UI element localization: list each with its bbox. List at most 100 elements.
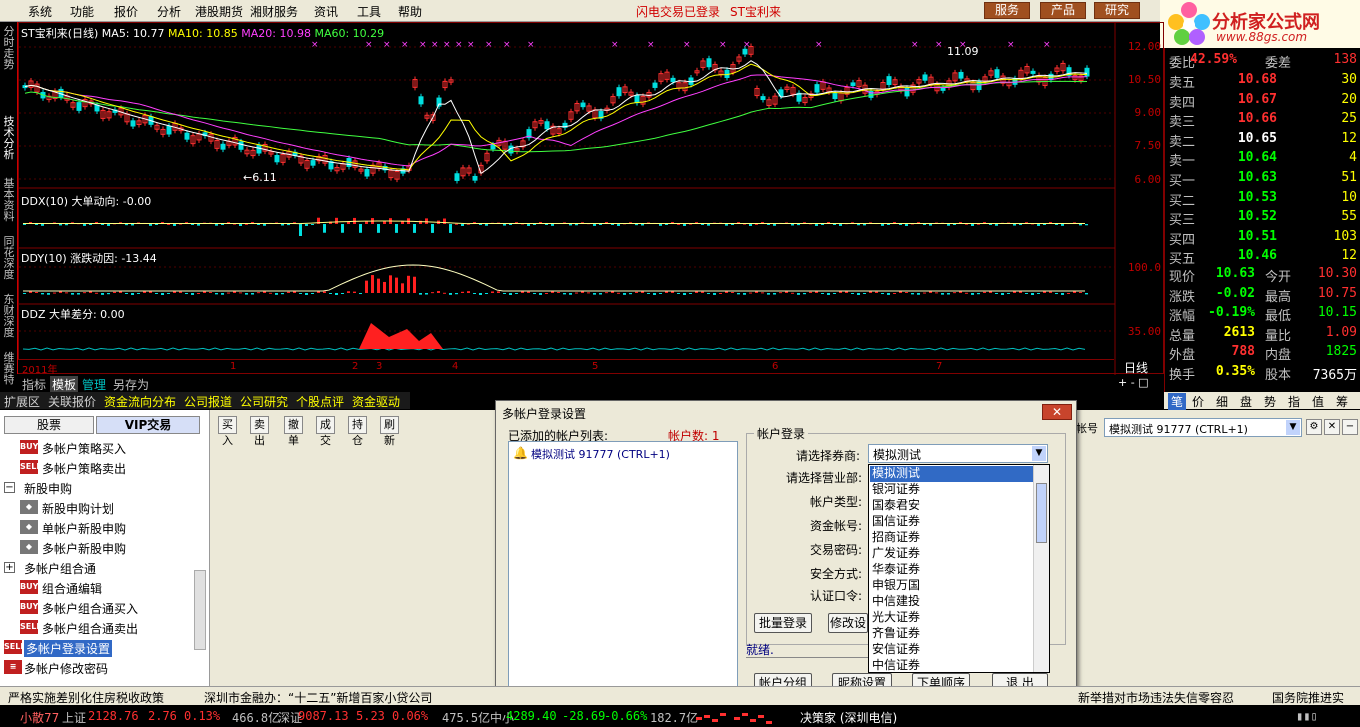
tab-manage[interactable]: 管理 — [82, 376, 106, 393]
modify-settings-button[interactable]: 修改设 — [828, 613, 868, 633]
news-item[interactable]: 对市场违法失信零容忍 — [1114, 689, 1234, 706]
tree-item[interactable]: 多帐户登录设置 — [24, 640, 113, 657]
tab-book[interactable]: 盘 — [1240, 393, 1252, 410]
tree-item[interactable]: 多帐户修改密码 — [24, 660, 108, 677]
ddy-bar — [797, 293, 800, 295]
menu-system[interactable]: 系统 — [28, 3, 52, 20]
broker-dropdown-list[interactable]: 模拟测试 银河证券 国泰君安 国信证券 招商证券 广发证券 华泰证券 申银万国 中信建投 光大证券… — [868, 464, 1050, 673]
account-list-item[interactable]: 模拟测试 91777 (CTRL+1) — [531, 446, 670, 462]
position-button[interactable]: 持仓 — [348, 416, 367, 447]
ddy-bar — [503, 293, 506, 294]
research-button[interactable]: 研究 — [1094, 2, 1141, 19]
menu-analysis[interactable]: 分析 — [157, 3, 181, 20]
tab-eastmoney-depth[interactable]: 东财深度 — [2, 294, 16, 342]
dialog-close-button[interactable]: ✕ — [1042, 404, 1072, 420]
news-item[interactable]: 新举措 — [1078, 689, 1114, 706]
dropdown-scrollbar[interactable] — [1033, 465, 1049, 672]
tab-stocks[interactable]: 股票 — [4, 416, 94, 434]
tab-related-quote[interactable]: 关联报价 — [48, 393, 96, 410]
broker-select[interactable]: 模拟测试 ▼ — [868, 444, 1048, 463]
tree-item[interactable]: 多帐户策略卖出 — [42, 460, 126, 477]
tab-value[interactable]: 值 — [1312, 393, 1324, 410]
broker-option[interactable]: 华泰证券 — [870, 562, 1034, 578]
tree-item[interactable]: 多帐户新股申购 — [42, 540, 126, 557]
tab-price[interactable]: 价 — [1192, 393, 1204, 410]
service-button[interactable]: 服务 — [984, 2, 1031, 19]
tab-indicator[interactable]: 指标 — [22, 376, 46, 393]
tree-item[interactable]: 多帐户组合通买入 — [42, 600, 138, 617]
tab-detail[interactable]: 细 — [1216, 393, 1228, 410]
batch-login-button[interactable]: 批量登录 — [754, 613, 812, 633]
tab-index[interactable]: 指 — [1288, 393, 1300, 410]
close-icon[interactable]: ✕ — [1324, 419, 1340, 435]
cancel-order-button[interactable]: 撤单 — [284, 416, 303, 447]
tree-item[interactable]: 组合通编辑 — [42, 580, 102, 597]
kline-chart-area[interactable]: × × × × × × × × × × × × × × × × × × × × × × × ST宝利来(日线) MA5: 1… — [18, 22, 1164, 375]
menu-help[interactable]: 帮助 — [398, 3, 422, 20]
news-item[interactable]: 严格实施差别化住房税收政策 — [8, 689, 164, 706]
tree-item[interactable]: 新股申购 — [24, 480, 72, 497]
menu-hk-futures[interactable]: 港股期货 — [195, 3, 243, 20]
account-select[interactable]: 模拟测试 91777 (CTRL+1) ▼ — [1104, 418, 1302, 437]
menu-news[interactable]: 资讯 — [314, 3, 338, 20]
tab-stock-comment[interactable]: 个股点评 — [296, 393, 344, 410]
broker-option[interactable]: 银河证券 — [870, 482, 1034, 498]
tab-fundamentals[interactable]: 基本资料 — [2, 178, 16, 226]
broker-option[interactable]: 招商证券 — [870, 530, 1034, 546]
tree-item[interactable]: 多帐户策略买入 — [42, 440, 126, 457]
tab-intraday[interactable]: 分时走势 — [2, 26, 16, 86]
tab-ths-depth[interactable]: 同花深度 — [2, 236, 16, 284]
menu-function[interactable]: 功能 — [70, 3, 94, 20]
broker-option[interactable]: 齐鲁证券 — [870, 626, 1034, 642]
tab-vip-trade[interactable]: VIP交易 — [96, 416, 200, 434]
broker-option[interactable]: 模拟测试 — [870, 466, 1034, 482]
scroll-thumb[interactable] — [1036, 483, 1047, 543]
menu-quote[interactable]: 报价 — [114, 3, 138, 20]
broker-option[interactable]: 国泰君安 — [870, 498, 1034, 514]
refresh-button[interactable]: 刷新 — [380, 416, 399, 447]
tree-item[interactable]: 多帐户组合通卖出 — [42, 620, 138, 637]
collapse-icon[interactable]: − — [4, 482, 15, 493]
tab-template[interactable]: 模板 — [50, 376, 79, 393]
tree-item[interactable]: 单帐户新股申购 — [42, 520, 126, 537]
tab-fund-flow[interactable]: 资金流向分布 — [104, 393, 176, 410]
tab-wisdom[interactable]: 维赛特 — [2, 352, 16, 385]
broker-option[interactable]: 国信证券 — [870, 514, 1034, 530]
period-label[interactable]: 日线 — [1124, 359, 1148, 376]
zoom-controls[interactable]: + - □ — [1118, 376, 1149, 389]
tab-company-research[interactable]: 公司研究 — [240, 393, 288, 410]
settings-icon[interactable]: ⚙ — [1306, 419, 1322, 435]
expand-icon[interactable]: + — [4, 562, 15, 573]
chevron-down-icon[interactable]: ▼ — [1032, 446, 1046, 461]
tab-technical[interactable]: 技术分析 — [2, 116, 16, 168]
tab-save-as[interactable]: 另存为 — [113, 376, 149, 393]
broker-option[interactable]: 安信证券 — [870, 642, 1034, 658]
product-button[interactable]: 产品 — [1040, 2, 1087, 19]
tree-item[interactable]: 多帐户组合通 — [24, 560, 96, 577]
buy-button[interactable]: 买入 — [218, 416, 237, 447]
tab-fund-driver[interactable]: 资金驱动 — [352, 393, 400, 410]
broker-option[interactable]: 光大证券 — [870, 610, 1034, 626]
news-item[interactable]: 深圳市金融办：“十二五”新增百家小贷公司 — [204, 689, 432, 706]
menu-tools[interactable]: 工具 — [357, 3, 381, 20]
account-list[interactable]: 🔔 模拟测试 91777 (CTRL+1) — [508, 441, 738, 691]
chevron-down-icon[interactable]: ▼ — [1286, 420, 1300, 435]
tree-scrollbar[interactable] — [194, 570, 206, 650]
broker-option[interactable]: 中信建投 — [870, 594, 1034, 610]
minimize-icon[interactable]: − — [1342, 419, 1358, 435]
menu-xiangcai-service[interactable]: 湘财服务 — [250, 3, 298, 20]
sell-button[interactable]: 卖出 — [250, 416, 269, 447]
filled-button[interactable]: 成交 — [316, 416, 335, 447]
sz-pct: 0.06% — [392, 709, 429, 723]
tab-tick[interactable]: 笔 — [1168, 393, 1187, 410]
zx-change: -28.69 — [562, 709, 606, 723]
broker-option[interactable]: 申银万国 — [870, 578, 1034, 594]
tab-chips[interactable]: 筹 — [1336, 393, 1348, 410]
tab-extension[interactable]: 扩展区 — [4, 393, 40, 410]
broker-option[interactable]: 中信证券 — [870, 658, 1034, 674]
tab-company-report[interactable]: 公司报道 — [184, 393, 232, 410]
tree-item[interactable]: 新股申购计划 — [42, 500, 114, 517]
news-item[interactable]: 国务院推进实 — [1272, 689, 1344, 706]
tab-trend[interactable]: 势 — [1264, 393, 1276, 410]
broker-option[interactable]: 广发证券 — [870, 546, 1034, 562]
